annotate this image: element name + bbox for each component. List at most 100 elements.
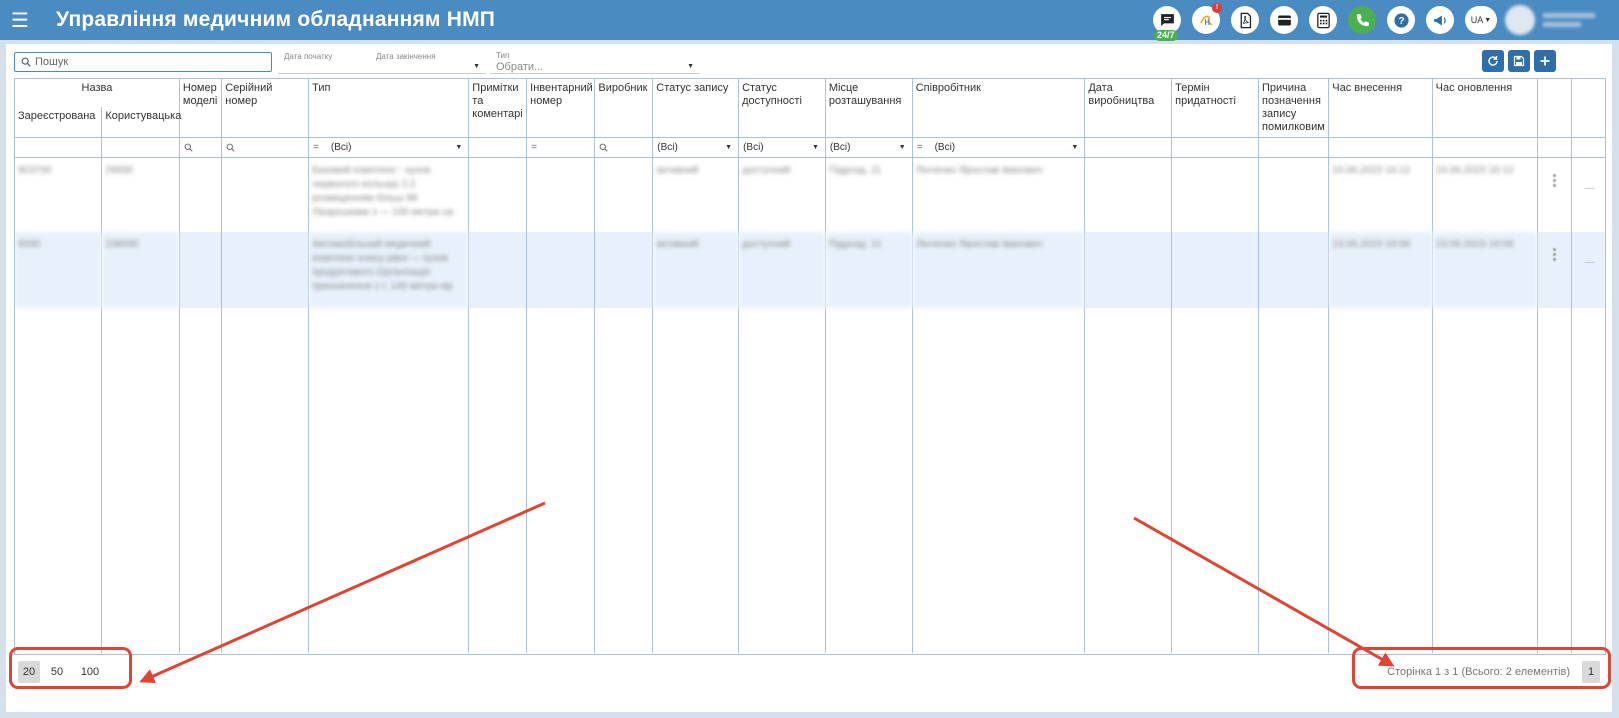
filter-manufacturer[interactable] xyxy=(594,137,654,158)
table-row[interactable]: 9330 238095 Автомобільний медичний компл… xyxy=(15,231,1605,308)
user-profile[interactable] xyxy=(1505,3,1615,37)
filter-cell[interactable] xyxy=(1084,137,1173,158)
col-name-group[interactable]: Назва xyxy=(15,79,180,108)
col-custom[interactable]: Користувацька xyxy=(101,107,181,138)
cell-location: Підрозд. 11 xyxy=(825,157,913,232)
row-menu-cell[interactable] xyxy=(1537,157,1573,232)
equipment-grid: Назва Номер моделі Серійний номер Тип Пр… xyxy=(14,78,1606,655)
col-location[interactable]: Місце розташування xyxy=(825,79,913,138)
search-icon xyxy=(226,143,235,152)
empty-area xyxy=(15,307,1605,653)
cell-employee: Лінченко Ярослав Іванович xyxy=(912,231,1086,308)
col-model[interactable]: Номер моделі xyxy=(179,79,223,138)
refresh-button[interactable] xyxy=(1482,50,1504,72)
col-registered[interactable]: Зареєстрована xyxy=(15,107,103,138)
chevron-down-icon: ▼ xyxy=(1484,16,1492,24)
chevron-down-icon: ▼ xyxy=(455,144,463,151)
filter-cell xyxy=(1571,137,1605,158)
language-label: UA xyxy=(1470,15,1484,25)
header-actions: 24/7 H ! ? UA ▼ xyxy=(1153,0,1619,41)
col-created[interactable]: Час внесення xyxy=(1328,79,1433,138)
filter-cell[interactable] xyxy=(468,137,528,158)
chevron-down-icon: ▼ xyxy=(687,63,694,70)
app-header: ☰ Управління медичним обладнанням НМП 24… xyxy=(0,0,1619,41)
col-availability[interactable]: Статус доступності xyxy=(738,79,826,138)
help-button[interactable]: ? xyxy=(1387,6,1415,34)
support-badge: 24/7 xyxy=(1154,30,1178,41)
col-production-date[interactable]: Дата виробництва xyxy=(1084,79,1173,138)
question-icon: ? xyxy=(1393,12,1409,28)
col-employee[interactable]: Співробітник xyxy=(912,79,1086,138)
card-button[interactable] xyxy=(1270,6,1298,34)
col-record-status[interactable]: Статус запису xyxy=(652,79,740,138)
save-button[interactable] xyxy=(1508,50,1530,72)
filter-cell[interactable] xyxy=(1171,137,1259,158)
filter-cell[interactable] xyxy=(15,137,103,158)
filter-cell[interactable] xyxy=(1432,137,1539,158)
phone-button[interactable] xyxy=(1348,6,1376,34)
col-actions-2 xyxy=(1571,79,1605,138)
filter-type[interactable]: = (Всі) ▼ xyxy=(308,137,470,158)
language-selector[interactable]: UA ▼ xyxy=(1465,6,1497,34)
col-type[interactable]: Тип xyxy=(308,79,470,138)
save-icon xyxy=(1513,55,1525,67)
row-extra-cell[interactable]: — xyxy=(1572,158,1605,232)
credit-card-icon xyxy=(1277,15,1291,25)
filter-location-value: (Всі) xyxy=(829,142,851,153)
row-menu-cell[interactable] xyxy=(1537,231,1573,308)
filter-location[interactable]: (Всі) ▼ xyxy=(825,137,913,158)
search-input[interactable] xyxy=(35,54,265,70)
table-row[interactable]: 903700 29930 Базовий комплекс - кузов че… xyxy=(15,157,1605,232)
filter-record-status-value: (Всі) xyxy=(657,142,678,153)
filter-inventory[interactable]: = xyxy=(526,137,596,158)
cell-type: Автомобільний медичний комплекс класу рі… xyxy=(308,231,470,308)
refresh-icon xyxy=(1488,56,1498,66)
announcements-button[interactable] xyxy=(1426,6,1454,34)
cell-record-status: активний xyxy=(652,157,740,232)
col-serial[interactable]: Серійний номер xyxy=(221,79,310,138)
megaphone-icon xyxy=(1433,15,1446,25)
cell-updated: 24.06.2023 16:12 xyxy=(1432,157,1539,232)
filter-model[interactable] xyxy=(179,137,223,158)
chevron-down-icon: ▼ xyxy=(898,144,906,151)
filter-employee[interactable]: = (Всі) ▼ xyxy=(912,137,1086,158)
svg-text:?: ? xyxy=(1398,16,1404,27)
kebab-icon[interactable] xyxy=(1541,247,1568,261)
filter-availability[interactable]: (Всі) ▼ xyxy=(738,137,826,158)
annotation-box-right xyxy=(1352,647,1611,689)
notification-badge: ! xyxy=(1212,3,1222,13)
col-error-reason[interactable]: Причина позначення запису помилковим xyxy=(1258,79,1330,138)
cell-availability: доступний xyxy=(738,231,826,308)
date-end-field[interactable]: Дата закінчення ▼ xyxy=(370,52,486,74)
cell-created: 23.06.2023 19:08 xyxy=(1328,231,1433,308)
h-app-button[interactable]: H ! xyxy=(1192,3,1222,34)
chevron-down-icon: ▼ xyxy=(811,144,819,151)
filter-cell[interactable] xyxy=(101,137,180,158)
hamburger-menu-icon[interactable]: ☰ xyxy=(0,0,40,40)
cell-record-status: активний xyxy=(652,231,740,308)
chevron-down-icon: ▼ xyxy=(473,63,480,70)
search-icon xyxy=(184,143,193,152)
date-start-field[interactable]: Дата початку xyxy=(278,52,370,74)
kebab-icon[interactable] xyxy=(1541,174,1568,187)
col-expiry[interactable]: Термін придатності xyxy=(1171,79,1259,138)
pdf-button[interactable] xyxy=(1231,6,1259,34)
filter-record-status[interactable]: (Всі) ▼ xyxy=(652,137,740,158)
h-logo-icon: H xyxy=(1199,15,1213,26)
main-panel: Дата початку Дата закінчення ▼ Тип Обрат… xyxy=(6,44,1612,712)
calculator-button[interactable] xyxy=(1309,6,1337,34)
type-select[interactable]: Тип Обрати... ▼ xyxy=(490,51,700,74)
filter-cell[interactable] xyxy=(1258,137,1330,158)
search-box[interactable] xyxy=(14,52,272,72)
filter-serial[interactable] xyxy=(221,137,310,158)
col-updated[interactable]: Час оновлення xyxy=(1432,79,1539,138)
chat-support-button[interactable]: 24/7 xyxy=(1153,6,1181,41)
add-button[interactable] xyxy=(1534,50,1556,72)
equals-icon: = xyxy=(531,142,538,153)
col-manufacturer[interactable]: Виробник xyxy=(594,79,654,138)
filter-toolbar: Дата початку Дата закінчення ▼ Тип Обрат… xyxy=(6,44,1612,78)
col-notes[interactable]: Примітки та коментарі xyxy=(468,79,528,138)
filter-cell[interactable] xyxy=(1328,137,1433,158)
col-inventory[interactable]: Інвентарний номер xyxy=(526,79,596,138)
row-extra-cell[interactable]: — xyxy=(1571,231,1605,308)
